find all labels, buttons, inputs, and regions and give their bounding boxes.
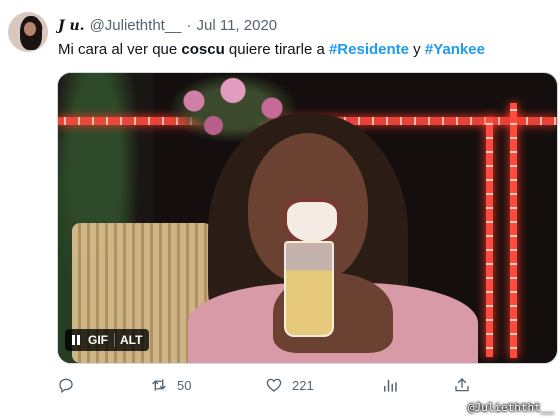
retweet-count: 50	[177, 377, 192, 393]
user-handle[interactable]: @Julieththt__	[90, 16, 182, 36]
champagne-glass	[284, 241, 334, 337]
gif-badge: GIF ALT	[65, 329, 150, 351]
pause-icon	[72, 335, 80, 345]
hashtag-residente[interactable]: #Residente	[329, 41, 409, 58]
action-bar: 50 221	[0, 372, 560, 398]
avatar-face	[24, 22, 36, 36]
tweet-text-part: quiere tirarle a	[224, 41, 329, 58]
woman-mouth	[283, 198, 341, 246]
retweet-icon	[152, 379, 166, 391]
heart-icon	[266, 378, 282, 392]
string-lights-vertical	[510, 103, 517, 358]
share-icon	[455, 378, 469, 392]
watermark: @Julieththt__	[467, 401, 554, 414]
tweet[interactable]: 𝑱 𝒖. @Julieththt__ · Jul 11, 2020 Mi car…	[0, 0, 560, 418]
share-button[interactable]	[453, 372, 471, 398]
reply-button[interactable]	[57, 372, 75, 398]
gif-frame	[58, 73, 557, 363]
string-lights-vertical	[486, 117, 493, 357]
like-count: 221	[292, 377, 314, 393]
avatar[interactable]	[8, 12, 48, 52]
tweet-text-part: Mi cara al ver que	[58, 41, 182, 58]
tweet-text-part: y	[409, 41, 425, 58]
tweet-text: Mi cara al ver que coscu quiere tirarle …	[58, 40, 485, 60]
separator-dot: ·	[186, 17, 192, 34]
retweet-button[interactable]: 50	[150, 372, 191, 398]
alt-button[interactable]: ALT	[115, 329, 149, 351]
analytics-icon	[384, 379, 397, 392]
like-button[interactable]: 221	[265, 372, 314, 398]
tweet-date[interactable]: Jul 11, 2020	[197, 16, 278, 36]
tweet-header: 𝑱 𝒖. @Julieththt__ · Jul 11, 2020	[58, 16, 277, 36]
tweet-text-bold: coscu	[181, 41, 225, 58]
views-button[interactable]	[381, 372, 399, 398]
hashtag-yankee[interactable]: #Yankee	[425, 41, 485, 58]
reply-icon	[59, 378, 73, 394]
pause-button[interactable]	[65, 329, 84, 351]
gif-media[interactable]: GIF ALT	[57, 72, 558, 364]
display-name[interactable]: 𝑱 𝒖.	[58, 16, 85, 36]
gif-label: GIF	[88, 333, 108, 347]
